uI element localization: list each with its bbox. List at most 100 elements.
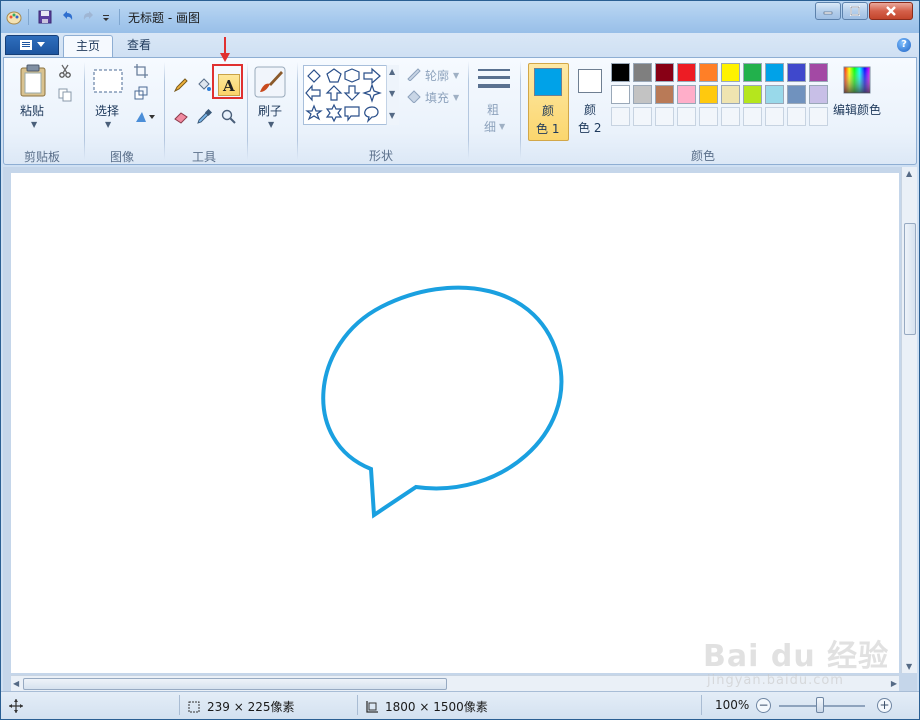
- brushes-button[interactable]: 刷子: [258, 102, 282, 119]
- palette-color-swatch[interactable]: [699, 63, 718, 82]
- customize-quick-access-icon[interactable]: [101, 9, 111, 25]
- rect-callout-shape-icon[interactable]: [344, 106, 360, 122]
- four-point-star-shape-icon[interactable]: [362, 83, 382, 103]
- tab-view[interactable]: 查看: [115, 35, 163, 57]
- up-arrow-shape-icon[interactable]: [325, 85, 343, 101]
- palette-custom-slot[interactable]: [611, 107, 630, 126]
- edit-colors-icon[interactable]: [841, 65, 873, 95]
- palette-color-swatch[interactable]: [721, 85, 740, 104]
- vertical-scrollbar[interactable]: ▲ ▼: [901, 167, 917, 673]
- size-button[interactable]: 细: [484, 118, 496, 135]
- pentagon-shape-icon[interactable]: [326, 68, 342, 83]
- vertical-scroll-thumb[interactable]: [904, 223, 916, 335]
- down-arrow-shape-icon[interactable]: [343, 85, 361, 101]
- palette-color-swatch[interactable]: [743, 63, 762, 82]
- palette-color-swatch[interactable]: [633, 85, 652, 104]
- gallery-up-arrow[interactable]: ▲: [389, 67, 395, 76]
- palette-custom-slot[interactable]: [655, 107, 674, 126]
- palette-color-swatch[interactable]: [765, 63, 784, 82]
- minimize-button[interactable]: [815, 2, 841, 20]
- scroll-left-arrow[interactable]: ◀: [13, 679, 19, 688]
- size-dropdown-arrow[interactable]: ▼: [499, 122, 505, 131]
- palette-custom-slot[interactable]: [721, 107, 740, 126]
- palette-color-swatch[interactable]: [721, 63, 740, 82]
- drawing-canvas[interactable]: [11, 173, 899, 673]
- six-point-star-shape-icon[interactable]: [325, 103, 343, 123]
- zoom-in-button[interactable]: +: [877, 698, 892, 713]
- palette-color-swatch[interactable]: [677, 63, 696, 82]
- palette-custom-slot[interactable]: [699, 107, 718, 126]
- palette-color-swatch[interactable]: [787, 63, 806, 82]
- eraser-tool[interactable]: [170, 106, 192, 128]
- palette-custom-slot[interactable]: [765, 107, 784, 126]
- paint-app-icon[interactable]: [6, 9, 22, 25]
- outline-icon[interactable]: [406, 67, 422, 81]
- pencil-tool[interactable]: [170, 74, 192, 96]
- hexagon-shape-icon[interactable]: [344, 68, 360, 83]
- shapes-gallery-scroll[interactable]: ▲ ▼ ▼: [386, 65, 399, 125]
- palette-color-swatch[interactable]: [743, 85, 762, 104]
- scroll-down-arrow[interactable]: ▼: [906, 662, 912, 671]
- tab-home[interactable]: 主页: [63, 35, 114, 57]
- palette-color-swatch[interactable]: [765, 85, 784, 104]
- left-arrow-shape-icon[interactable]: [305, 84, 321, 102]
- palette-custom-slot[interactable]: [787, 107, 806, 126]
- color2-button[interactable]: 颜 色 2: [574, 63, 608, 141]
- brushes-dropdown-arrow[interactable]: ▼: [268, 120, 274, 129]
- zoom-slider-thumb[interactable]: [816, 697, 824, 713]
- paste-dropdown-arrow[interactable]: ▼: [31, 120, 37, 129]
- oval-callout-shape-icon[interactable]: [364, 106, 379, 123]
- paste-button[interactable]: 粘贴: [20, 102, 44, 119]
- gallery-expand-arrow[interactable]: ▼: [389, 111, 395, 120]
- diamond-shape-icon[interactable]: [307, 69, 321, 83]
- palette-custom-slot[interactable]: [809, 107, 828, 126]
- palette-color-swatch[interactable]: [809, 63, 828, 82]
- palette-color-swatch[interactable]: [809, 85, 828, 104]
- fill-icon[interactable]: [406, 89, 422, 103]
- zoom-out-button[interactable]: −: [756, 698, 771, 713]
- color-picker-tool[interactable]: [193, 106, 215, 128]
- palette-color-swatch[interactable]: [611, 85, 630, 104]
- select-button[interactable]: 选择: [95, 102, 119, 119]
- rotate-icon[interactable]: [134, 110, 156, 124]
- horizontal-scroll-thumb[interactable]: [23, 678, 447, 690]
- scroll-right-arrow[interactable]: ▶: [891, 679, 897, 688]
- maximize-button[interactable]: [842, 2, 868, 20]
- brush-icon[interactable]: [254, 66, 286, 98]
- outline-dropdown-arrow[interactable]: ▼: [453, 71, 459, 80]
- save-icon[interactable]: [37, 9, 53, 25]
- fill-button[interactable]: 填充: [425, 89, 449, 106]
- scroll-up-arrow[interactable]: ▲: [906, 169, 912, 178]
- palette-color-swatch[interactable]: [655, 85, 674, 104]
- line-size-icon[interactable]: [477, 67, 511, 95]
- magnifier-tool[interactable]: [218, 106, 240, 128]
- select-dropdown-arrow[interactable]: ▼: [105, 120, 111, 129]
- fill-dropdown-arrow[interactable]: ▼: [453, 93, 459, 102]
- outline-button[interactable]: 轮廓: [425, 67, 449, 84]
- palette-color-swatch[interactable]: [677, 85, 696, 104]
- palette-color-swatch[interactable]: [699, 85, 718, 104]
- five-point-star-shape-icon[interactable]: [305, 104, 323, 121]
- edit-colors-button[interactable]: 编辑颜色: [833, 101, 881, 118]
- palette-custom-slot[interactable]: [743, 107, 762, 126]
- palette-color-swatch[interactable]: [787, 85, 806, 104]
- paint-menu-button[interactable]: [5, 35, 59, 55]
- palette-custom-slot[interactable]: [677, 107, 696, 126]
- cut-icon[interactable]: [58, 64, 72, 78]
- resize-icon[interactable]: [134, 86, 148, 100]
- crop-icon[interactable]: [134, 64, 148, 78]
- help-icon[interactable]: ?: [897, 38, 911, 52]
- color1-button[interactable]: 颜 色 1: [528, 63, 569, 141]
- palette-color-swatch[interactable]: [655, 63, 674, 82]
- undo-icon[interactable]: [59, 9, 75, 25]
- close-button[interactable]: [869, 2, 913, 20]
- right-arrow-shape-icon[interactable]: [363, 67, 381, 85]
- palette-color-swatch[interactable]: [611, 63, 630, 82]
- palette-color-swatch[interactable]: [633, 63, 652, 82]
- copy-icon[interactable]: [58, 88, 72, 102]
- palette-custom-slot[interactable]: [633, 107, 652, 126]
- select-icon[interactable]: [92, 68, 124, 94]
- gallery-down-arrow[interactable]: ▼: [389, 89, 395, 98]
- paste-icon[interactable]: [18, 64, 48, 98]
- redo-icon[interactable]: [81, 9, 97, 25]
